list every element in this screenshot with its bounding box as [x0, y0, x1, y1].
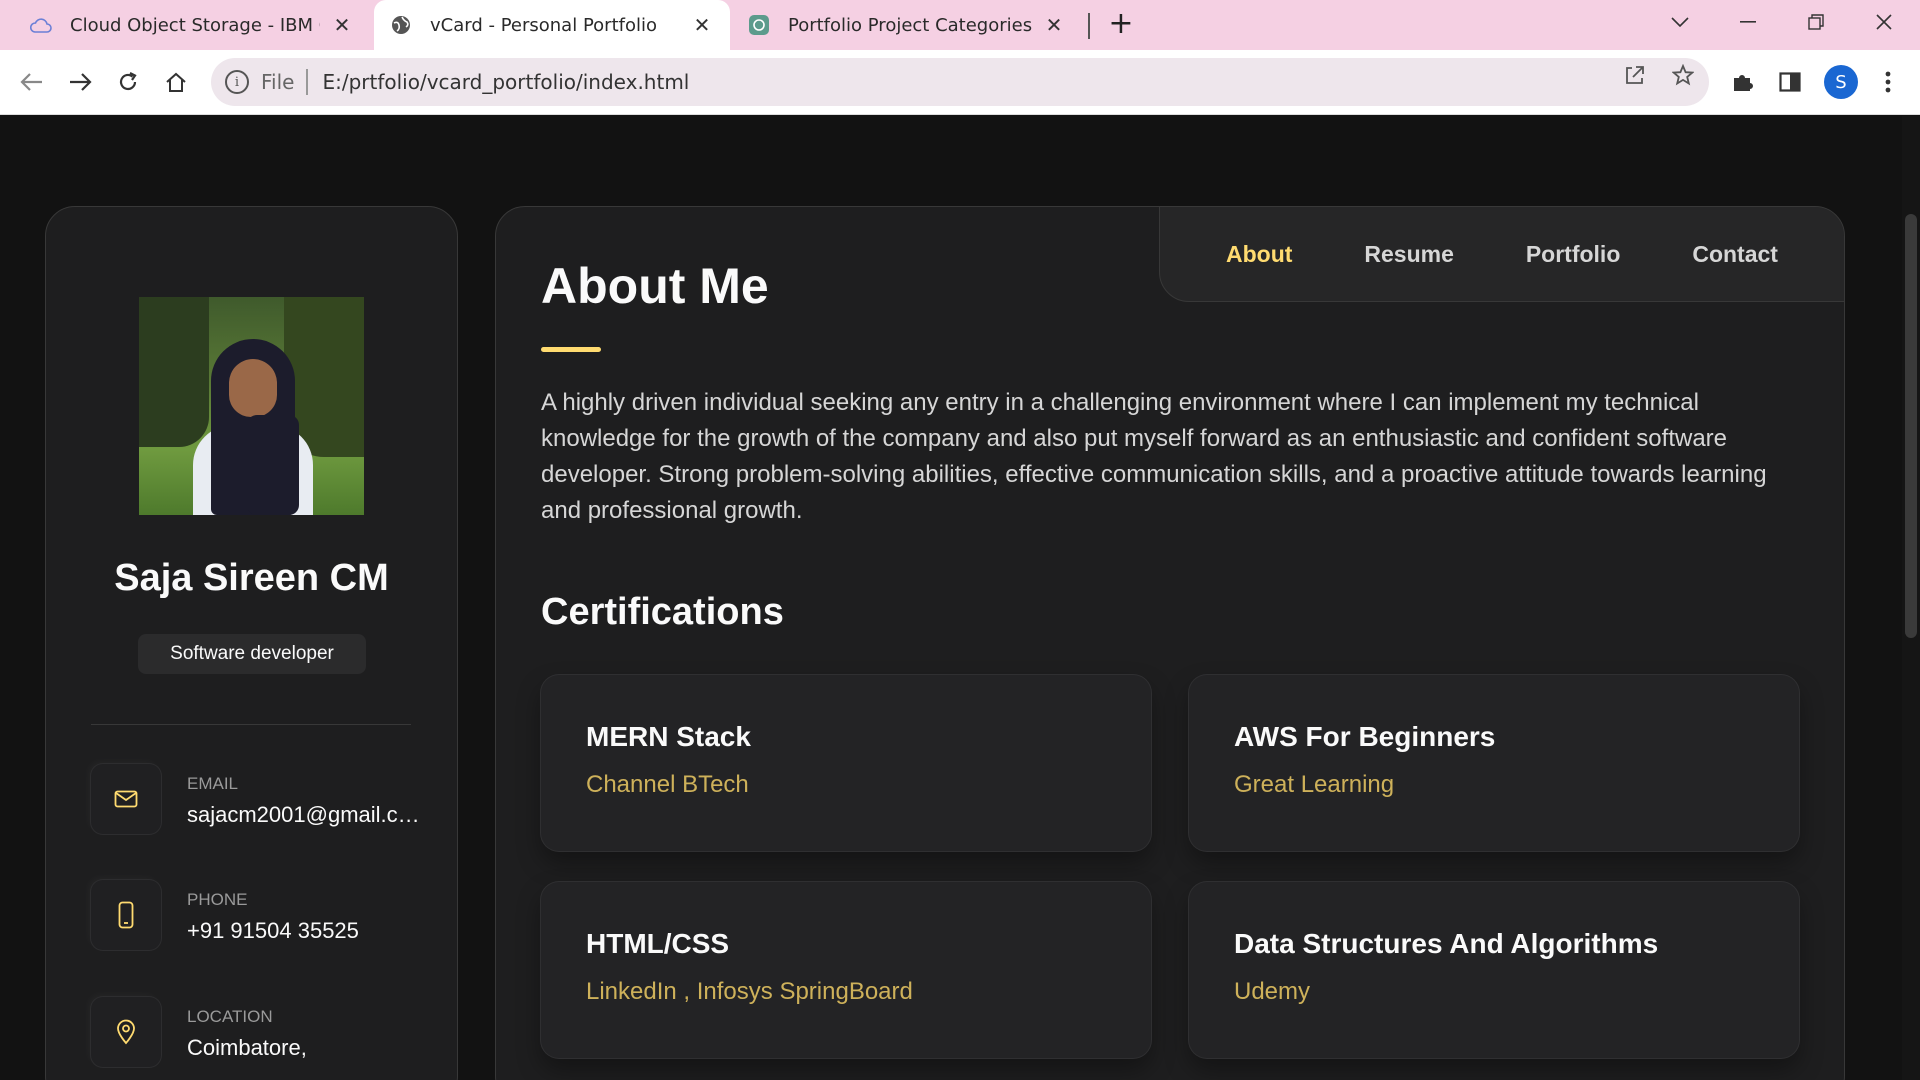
tab-title: Portfolio Project Categories	[788, 14, 1032, 36]
tab-cloud-object-storage[interactable]: Cloud Object Storage - IBM Clou ✕	[14, 0, 370, 50]
profile-name: Saja Sireen CM	[114, 557, 389, 599]
top-navbar: About Resume Portfolio Contact	[1159, 207, 1844, 302]
side-panel-icon[interactable]	[1770, 62, 1810, 102]
about-paragraph: A highly driven individual seeking any e…	[541, 389, 1767, 524]
share-icon[interactable]	[1620, 60, 1650, 90]
contact-label: Location	[187, 1007, 273, 1026]
certification-card: AWS For Beginners Great Learning	[1189, 675, 1799, 851]
title-underline	[541, 347, 601, 352]
sidebar-divider	[91, 724, 411, 725]
scrollbar-thumb[interactable]	[1905, 214, 1917, 638]
tab-search-chevron-icon[interactable]	[1650, 0, 1710, 44]
back-arrow-icon[interactable]	[10, 60, 54, 104]
about-title: About Me	[541, 258, 769, 314]
email-link[interactable]: sajacm2001@gmail.com	[187, 802, 421, 828]
certification-name: Data Structures And Algorithms	[1234, 928, 1659, 959]
minimize-icon[interactable]	[1718, 0, 1778, 44]
nav-portfolio[interactable]: Portfolio	[1526, 241, 1621, 268]
profile-avatar[interactable]: S	[1824, 65, 1858, 99]
forward-arrow-icon[interactable]	[58, 60, 102, 104]
role-badge: Software developer	[138, 634, 366, 674]
phone-icon	[91, 880, 161, 950]
browser-toolbar: i File E:/prtfolio/vcard_portfolio/index…	[0, 50, 1920, 115]
nav-contact[interactable]: Contact	[1692, 241, 1778, 268]
new-tab-plus-icon[interactable]: +	[1104, 8, 1138, 42]
location-pin-icon	[91, 997, 161, 1067]
page-scrollbar[interactable]	[1902, 116, 1920, 1080]
certification-issuer: Channel BTech	[586, 771, 749, 798]
close-tab-icon[interactable]: ✕	[690, 13, 714, 37]
certification-name: AWS For Beginners	[1234, 721, 1496, 752]
globe-icon	[390, 14, 412, 36]
nav-resume[interactable]: Resume	[1364, 241, 1453, 268]
certification-name: HTML/CSS	[586, 928, 730, 959]
browser-tab-strip: Cloud Object Storage - IBM Clou ✕ vCard …	[0, 0, 1920, 50]
certification-card: Data Structures And Algorithms Udemy	[1189, 882, 1799, 1058]
contact-label: Phone	[187, 890, 248, 909]
restore-icon[interactable]	[1786, 0, 1846, 44]
bookmark-star-icon[interactable]	[1668, 60, 1698, 90]
tab-vcard-portfolio[interactable]: vCard - Personal Portfolio ✕	[374, 0, 730, 50]
phone-link[interactable]: +91 91504 35525	[187, 918, 421, 944]
home-icon[interactable]	[154, 60, 198, 104]
close-window-icon[interactable]	[1854, 0, 1914, 44]
portfolio-page: Saja Sireen CM Software developer Email …	[0, 116, 1920, 1080]
more-menu-icon[interactable]	[1868, 62, 1908, 102]
certification-issuer: Great Learning	[1234, 771, 1395, 798]
certification-name: MERN Stack	[586, 721, 751, 752]
certification-issuer: LinkedIn , Infosys SpringBoard	[586, 978, 913, 1005]
extensions-puzzle-icon[interactable]	[1722, 62, 1762, 102]
close-tab-icon[interactable]: ✕	[1042, 13, 1066, 37]
address-bar[interactable]: i File E:/prtfolio/vcard_portfolio/index…	[211, 58, 1709, 106]
reload-icon[interactable]	[106, 60, 150, 104]
url-divider	[306, 69, 309, 95]
certification-issuer: Udemy	[1234, 978, 1311, 1005]
profile-photo	[139, 297, 364, 515]
nav-about[interactable]: About	[1226, 241, 1292, 268]
mail-icon	[91, 764, 161, 834]
sidebar-profile-card: Saja Sireen CM Software developer Email …	[45, 206, 458, 1080]
url-text: E:/prtfolio/vcard_portfolio/index.html	[322, 70, 690, 94]
location-value: Coimbatore,	[187, 1035, 307, 1060]
site-info-icon[interactable]: i	[225, 70, 249, 94]
tab-title: Cloud Object Storage - IBM Clou	[70, 14, 320, 36]
main-content-card: About Resume Portfolio Contact About Me …	[495, 206, 1845, 1080]
tab-title: vCard - Personal Portfolio	[430, 14, 657, 36]
cloud-icon	[30, 14, 52, 36]
close-tab-icon[interactable]: ✕	[330, 13, 354, 37]
certifications-title: Certifications	[541, 591, 784, 633]
url-scheme: File	[261, 70, 295, 94]
tab-separator	[1088, 13, 1090, 39]
contact-label: Email	[187, 774, 239, 793]
chatgpt-icon	[748, 14, 770, 36]
certification-card: HTML/CSS LinkedIn , Infosys SpringBoard	[541, 882, 1151, 1058]
tab-portfolio-project-categories[interactable]: Portfolio Project Categories ✕	[732, 0, 1082, 50]
certification-card: MERN Stack Channel BTech	[541, 675, 1151, 851]
